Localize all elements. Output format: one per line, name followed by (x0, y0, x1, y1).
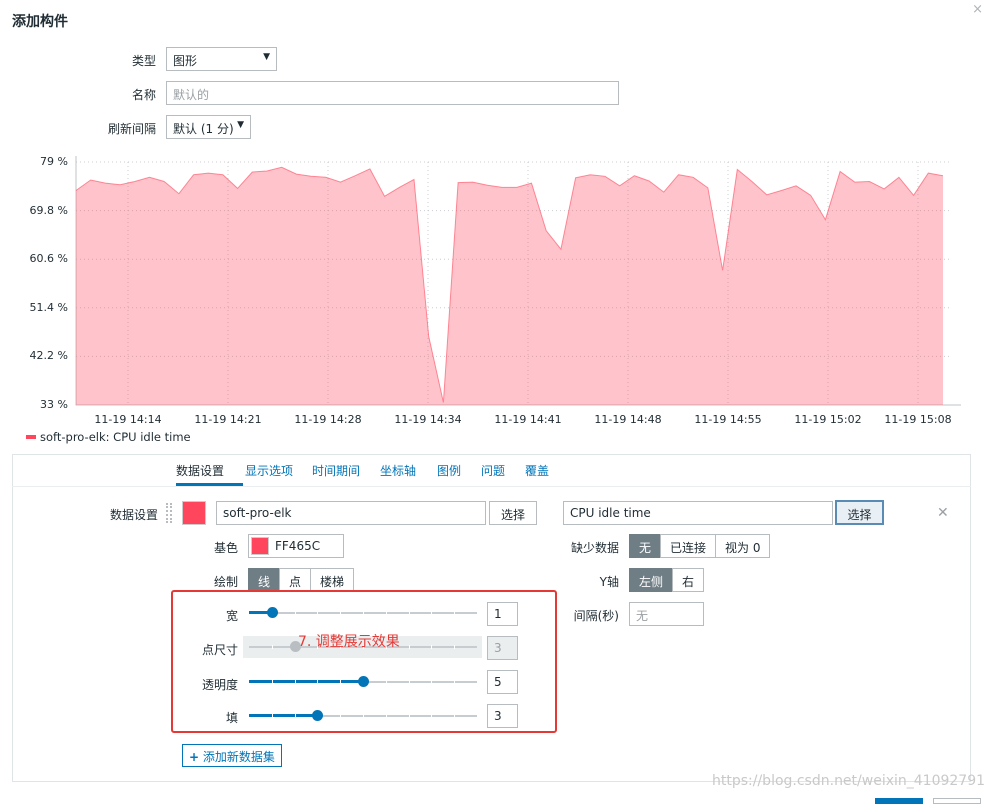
y-tick-label: 69.8 % (29, 203, 68, 217)
y-tick-label: 51.4 % (29, 300, 68, 314)
item-select-button[interactable]: 选择 (835, 500, 884, 525)
x-tick-label: 11-19 14:14 (94, 413, 162, 426)
tab-axes[interactable]: 坐标轴 (380, 462, 416, 479)
series-area (76, 167, 943, 405)
name-input[interactable]: 默认的 (166, 81, 619, 105)
watermark: https://blog.csdn.net/weixin_41092791 (712, 773, 986, 789)
missing-data-label: 缺少数据 (570, 541, 619, 555)
draw-staircase-option[interactable]: 楼梯 (310, 568, 355, 592)
tab-dataset[interactable]: 数据设置 (176, 462, 224, 479)
y-tick-label: 60.6 % (29, 252, 68, 266)
y-tick-label: 79 % (40, 155, 68, 168)
x-tick-label: 11-19 14:55 (694, 413, 762, 426)
type-select-value: 图形 (173, 54, 198, 68)
annotation-highlight-box (171, 590, 557, 733)
cancel-button[interactable] (933, 798, 981, 804)
legend-swatch (26, 435, 36, 439)
refresh-select[interactable]: 默认 (1 分) ▼ (166, 115, 251, 139)
x-tick-label: 11-19 14:48 (594, 413, 662, 426)
tab-legend[interactable]: 图例 (437, 462, 461, 479)
missing-data-group: 无 已连接 视为 0 (629, 534, 771, 558)
type-label: 类型 (131, 54, 156, 68)
close-icon[interactable]: × (972, 2, 983, 17)
annotation-text: 7. 调整展示效果 (298, 634, 400, 650)
chevron-down-icon: ▼ (237, 120, 244, 130)
y-axis-label: Y轴 (599, 575, 619, 589)
graph-legend: soft-pro-elk: CPU idle time (26, 430, 191, 444)
x-tick-label: 11-19 14:41 (494, 413, 562, 426)
refresh-select-value: 默认 (1 分) (173, 122, 234, 136)
graph-preview: 79 % 69.8 % 60.6 % 51.4 % 42.2 % 33 % 11-19 1… (0, 150, 989, 450)
host-input[interactable]: soft-pro-elk (216, 501, 486, 525)
tab-problems[interactable]: 问题 (481, 462, 505, 479)
interval-input[interactable]: 无 (629, 602, 704, 626)
type-select[interactable]: 图形 ▼ (166, 47, 277, 71)
chevron-down-icon: ▼ (263, 52, 270, 62)
add-dataset-label: 添加新数据集 (202, 750, 275, 764)
tab-display-options[interactable]: 显示选项 (245, 462, 293, 479)
draw-type-group: 线 点 楼梯 (248, 568, 355, 592)
item-input[interactable]: CPU idle time (563, 501, 833, 525)
tab-overrides[interactable]: 覆盖 (525, 462, 549, 479)
draw-label: 绘制 (213, 575, 238, 589)
y-tick-label: 42.2 % (29, 349, 68, 363)
drag-handle-icon[interactable] (166, 503, 172, 523)
add-widget-dialog: 添加构件 × 类型 图形 ▼ 名称 默认的 刷新间隔 默认 (1 分) ▼ 79… (0, 0, 989, 804)
dataset-color-swatch[interactable] (182, 501, 206, 525)
missing-connected-option[interactable]: 已连接 (660, 534, 717, 558)
legend-label: soft-pro-elk: CPU idle time (40, 430, 191, 444)
color-label: 基色 (213, 541, 238, 555)
interval-label: 间隔(秒) (573, 609, 619, 623)
refresh-label: 刷新间隔 (107, 122, 156, 136)
host-select-button[interactable]: 选择 (489, 501, 537, 525)
remove-dataset-icon[interactable]: ✕ (937, 505, 949, 521)
color-value: FF465C (275, 539, 321, 553)
x-tick-label: 11-19 14:28 (294, 413, 362, 426)
name-label: 名称 (131, 88, 156, 102)
y-axis-group: 左侧 右 (629, 568, 705, 592)
y-axis-right-option[interactable]: 右 (672, 568, 705, 592)
draw-points-option[interactable]: 点 (279, 568, 312, 592)
y-axis-left-option[interactable]: 左侧 (629, 568, 674, 592)
add-dataset-button[interactable]: + 添加新数据集 (182, 744, 282, 767)
x-tick-label: 11-19 14:21 (194, 413, 262, 426)
color-preview-swatch (251, 537, 269, 555)
plus-icon: + (189, 750, 200, 764)
tab-time-period[interactable]: 时间期间 (312, 462, 360, 479)
dataset-label: 数据设置 (109, 508, 158, 522)
x-tick-label: 11-19 14:34 (394, 413, 462, 426)
missing-none-option[interactable]: 无 (629, 534, 662, 558)
missing-zero-option[interactable]: 视为 0 (715, 534, 771, 558)
y-tick-label: 33 % (40, 398, 68, 411)
x-tick-label: 11-19 15:08 (884, 413, 952, 426)
dialog-title: 添加构件 (12, 14, 68, 30)
x-tick-label: 11-19 15:02 (794, 413, 862, 426)
draw-line-option[interactable]: 线 (248, 568, 281, 592)
apply-button[interactable] (875, 798, 923, 804)
graph-svg (75, 156, 961, 406)
tab-bar: 数据设置 显示选项 时间期间 坐标轴 图例 问题 覆盖 (12, 454, 971, 486)
